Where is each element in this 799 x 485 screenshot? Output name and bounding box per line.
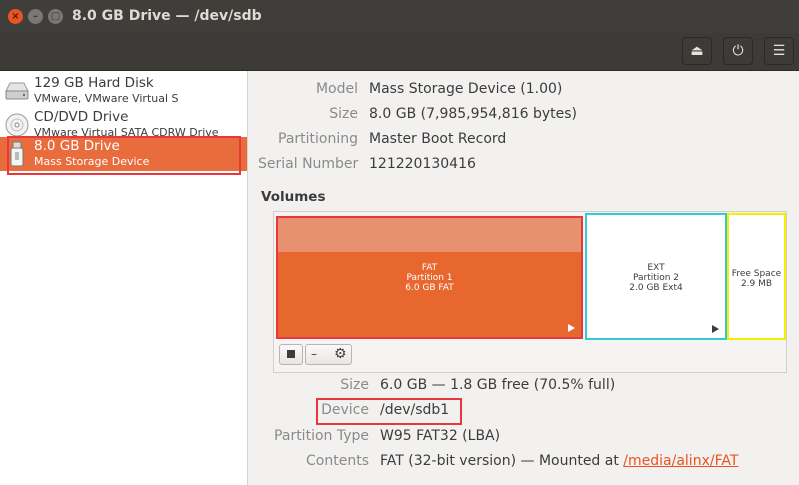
window-title: 8.0 GB Drive — /dev/sdb <box>72 8 262 24</box>
volume-size: 6.0 GB FAT <box>405 283 454 293</box>
drive-menu-button[interactable]: ☰ <box>764 37 794 65</box>
sidebar-item-hard-disk[interactable]: 129 GB Hard Disk VMware, VMware Virtual … <box>0 74 247 108</box>
model-label: Model <box>315 81 358 97</box>
model-value: Mass Storage Device (1.00) <box>369 81 563 97</box>
maximize-button[interactable]: □ <box>48 9 63 24</box>
volume-partition-1[interactable]: FAT Partition 1 6.0 GB FAT <box>276 216 583 339</box>
power-off-button[interactable]: ⏻ <box>723 37 753 65</box>
optical-drive-icon <box>5 113 29 137</box>
partition-type-label: Partition Type <box>274 428 369 444</box>
minimize-icon: – <box>33 11 38 22</box>
volume-type: EXT <box>647 263 665 273</box>
volume-partition-name: Partition 1 <box>406 273 453 283</box>
size-label: Size <box>329 106 358 122</box>
sidebar-item-name: 129 GB Hard Disk <box>34 75 154 91</box>
volume-type: Free Space <box>731 269 782 279</box>
volume-size: 2.0 GB Ext4 <box>629 283 683 293</box>
serial-number-label: Serial Number <box>258 156 359 172</box>
maximize-icon: □ <box>50 11 61 22</box>
selection-highlight-box <box>7 136 241 175</box>
volume-partition-name: Partition 2 <box>632 273 680 283</box>
serial-number-value: 121220130416 <box>369 156 476 172</box>
eject-button[interactable]: ⏏ <box>682 37 712 65</box>
device-sidebar: 129 GB Hard Disk VMware, VMware Virtual … <box>0 71 248 485</box>
mount-point-link[interactable]: /media/alinx/FAT <box>623 453 738 469</box>
stop-icon <box>287 350 295 358</box>
volume-size: 2.9 MB <box>740 279 773 289</box>
partition-size-value: 6.0 GB — 1.8 GB free (70.5% full) <box>380 377 616 393</box>
partition-usage-shade <box>278 218 581 252</box>
gear-icon[interactable]: ⚙ <box>334 346 347 362</box>
volume-partition-2[interactable]: EXT Partition 2 2.0 GB Ext4 <box>585 213 727 340</box>
minus-icon: – <box>311 347 317 361</box>
size-value: 8.0 GB (7,985,954,816 bytes) <box>369 106 577 122</box>
contents-value: FAT (32-bit version) — Mounted at /media… <box>380 453 738 469</box>
partition-type-value: W95 FAT32 (LBA) <box>380 428 501 444</box>
partition-size-label: Size <box>340 377 369 393</box>
power-icon: ⏻ <box>732 43 744 59</box>
sidebar-item-subtitle: VMware, VMware Virtual S <box>34 92 179 105</box>
eject-icon: ⏏ <box>690 43 704 59</box>
minimize-button[interactable]: – <box>28 9 43 24</box>
mount-arrow-icon <box>712 325 719 333</box>
sidebar-item-name: CD/DVD Drive <box>34 109 129 125</box>
contents-text: FAT (32-bit version) — Mounted at <box>380 453 624 469</box>
header-bar: ⏏ ⏻ ☰ <box>0 33 799 71</box>
hamburger-menu-icon: ☰ <box>772 43 786 59</box>
close-button[interactable]: × <box>8 9 23 24</box>
mount-arrow-icon <box>568 324 575 332</box>
close-icon: × <box>11 11 20 22</box>
unmount-button[interactable] <box>279 344 303 365</box>
volume-free-space[interactable]: Free Space 2.9 MB <box>727 213 786 340</box>
device-highlight-box <box>316 398 462 425</box>
contents-label: Contents <box>306 453 369 469</box>
volume-type: FAT <box>421 263 438 273</box>
title-bar: × – □ 8.0 GB Drive — /dev/sdb <box>0 0 799 33</box>
hard-disk-icon <box>5 82 29 100</box>
partitioning-value: Master Boot Record <box>369 131 507 147</box>
partitioning-label: Partitioning <box>278 131 358 147</box>
volumes-heading: Volumes <box>261 189 326 205</box>
